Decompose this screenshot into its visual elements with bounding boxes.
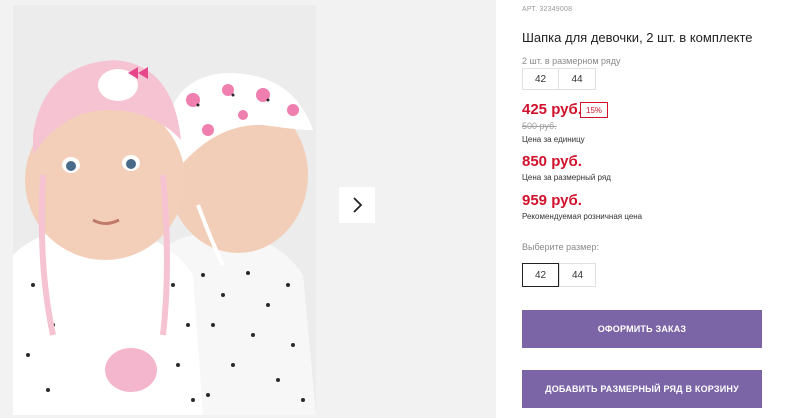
- gallery-next-button[interactable]: [339, 187, 375, 223]
- product-title: Шапка для девочки, 2 шт. в комплекте: [522, 30, 753, 45]
- set-price: 850 руб.: [522, 153, 582, 170]
- set-size-44: 44: [559, 68, 596, 90]
- product-info: АРТ. 32349008 Шапка для девочки, 2 шт. в…: [522, 0, 792, 418]
- size-option-42[interactable]: 42: [522, 263, 559, 287]
- retail-price: 959 руб.: [522, 192, 582, 209]
- unit-price-note: Цена за единицу: [522, 135, 585, 144]
- set-size-42: 42: [522, 68, 559, 90]
- article-number: АРТ. 32349008: [522, 6, 573, 13]
- choose-size-label: Выберите размер:: [522, 242, 599, 252]
- set-sizes-list: 42 44: [522, 68, 596, 90]
- old-price: 500 руб.: [522, 121, 557, 131]
- babies-in-hats-image: [13, 5, 316, 415]
- chevron-right-icon: [353, 197, 363, 213]
- add-set-to-cart-button[interactable]: ДОБАВИТЬ РАЗМЕРНЫЙ РЯД В КОРЗИНУ: [522, 370, 762, 408]
- set-sizes-label: 2 шт. в размерном ряду: [522, 56, 621, 66]
- size-selector: 42 44: [522, 263, 596, 287]
- set-price-note: Цена за размерный ряд: [522, 173, 611, 182]
- unit-price: 425 руб.: [522, 101, 582, 118]
- discount-badge: 15%: [580, 102, 609, 118]
- size-option-44[interactable]: 44: [559, 263, 596, 287]
- product-photo[interactable]: [13, 5, 316, 415]
- product-gallery: [0, 0, 496, 418]
- order-button[interactable]: ОФОРМИТЬ ЗАКАЗ: [522, 310, 762, 348]
- retail-price-note: Рекомендуемая розничная цена: [522, 212, 643, 221]
